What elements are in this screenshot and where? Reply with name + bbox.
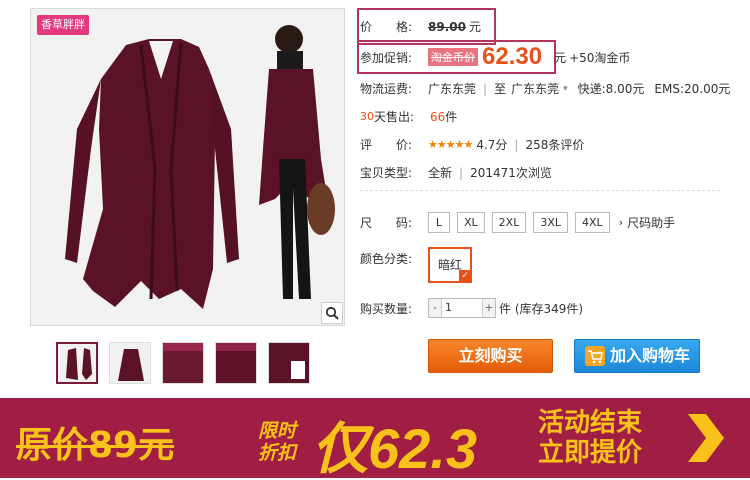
shipping-row: 物流运费: 广东东莞 | 至 广东东莞 ▾ 快递:8.00元 EMS:20.00… <box>360 80 731 97</box>
shipping-label: 物流运费: <box>360 82 413 96</box>
condition: 全新 <box>428 166 453 180</box>
promo-extra: +50淘金币 <box>569 50 631 65</box>
shipping-to-prefix: 至 <box>494 82 507 96</box>
banner-limited-label: 限时 折扣 <box>258 420 296 464</box>
type-row: 宝贝类型: 全新 | 201471次浏览 <box>360 165 552 181</box>
promo-price: 62.30 <box>482 43 543 70</box>
price-label: 价 格: <box>360 20 413 34</box>
thumbnail-strip <box>56 342 310 384</box>
chevron-down-icon[interactable]: ▾ <box>563 84 568 94</box>
chevron-right-icon <box>688 414 724 462</box>
rating-stars: ★★★★★ <box>428 138 473 151</box>
thumbnail-pointer <box>75 342 85 343</box>
section-divider <box>360 190 720 191</box>
thumbnail[interactable] <box>268 342 310 384</box>
brand-tag: 香草胖胖 <box>37 15 89 35</box>
banner-original-price: 原价89元 <box>16 425 175 466</box>
size-option[interactable]: 4XL <box>575 212 610 233</box>
color-option-selected[interactable]: 暗红 ✓ <box>428 247 472 283</box>
size-helper-link[interactable]: 尺码助手 <box>627 214 675 231</box>
sales-count: 66 <box>430 109 446 124</box>
quantity-label: 购买数量: <box>360 301 413 316</box>
price-row: 价 格: 89.00 元 <box>360 18 481 35</box>
color-row: 颜色分类: 暗红 ✓ <box>360 247 472 283</box>
original-price: 89.00 <box>428 19 466 34</box>
banner-sale-price: 仅62.3 <box>312 417 477 480</box>
quantity-decrease-button[interactable]: - <box>429 299 441 317</box>
promo-row: 参加促销: 淘金币价 62.30 元 +50淘金币 <box>360 42 630 72</box>
shipping-to[interactable]: 广东东莞 <box>511 80 559 97</box>
thumbnail[interactable] <box>56 342 98 384</box>
magnifier-icon <box>325 306 339 320</box>
sales-unit: 件 <box>445 110 458 124</box>
banner-limited-line-1: 限时 <box>258 420 297 442</box>
view-count: 201471次浏览 <box>470 166 552 180</box>
product-photo <box>31 9 344 325</box>
size-option[interactable]: L <box>428 212 450 233</box>
add-to-cart-label: 加入购物车 <box>609 346 690 365</box>
quantity-input[interactable]: 1 <box>441 299 483 317</box>
price-unit: 元 <box>468 20 481 34</box>
ems-fee: EMS:20.00元 <box>654 82 731 96</box>
sales-label: 天售出: <box>374 110 415 124</box>
quantity-row: 购买数量: - 1 + 件 (库存349件) <box>360 298 583 318</box>
zoom-button[interactable] <box>321 302 343 324</box>
sales-days: 30 <box>360 110 374 123</box>
rating-score: 4.7分 <box>476 138 508 152</box>
banner-limited-line-2: 折扣 <box>258 442 297 464</box>
promo-tag: 淘金币价 <box>428 48 478 66</box>
quantity-stepper: - 1 + <box>428 298 496 318</box>
size-row: 尺 码: L XL 2XL 3XL 4XL › 尺码助手 <box>360 212 675 233</box>
thumbnail[interactable] <box>162 342 204 384</box>
stock-info: 件 (库存349件) <box>499 301 584 316</box>
rating-row: 评 价: ★★★★★ 4.7分 | 258条评价 <box>360 136 585 153</box>
thumbnail[interactable] <box>215 342 257 384</box>
shipping-from: 广东东莞 <box>428 82 477 96</box>
size-option[interactable]: XL <box>457 212 485 233</box>
color-label: 颜色分类: <box>360 252 413 266</box>
banner-end-notice: 活动结束 立即提价 <box>538 408 642 468</box>
type-label: 宝贝类型: <box>360 166 413 180</box>
buy-now-button[interactable]: 立刻购买 <box>428 339 553 373</box>
thumbnail[interactable] <box>109 342 151 384</box>
size-option[interactable]: 3XL <box>533 212 569 233</box>
check-icon: ✓ <box>459 270 471 282</box>
product-main-image[interactable]: 香草胖胖 <box>30 8 345 326</box>
promo-label: 参加促销: <box>360 50 413 65</box>
review-count-link[interactable]: 258条评价 <box>525 136 584 153</box>
banner-end-line-1: 活动结束 <box>538 408 643 438</box>
add-to-cart-button[interactable]: 加入购物车 <box>574 339 700 373</box>
quantity-increase-button[interactable]: + <box>483 299 495 317</box>
size-option[interactable]: 2XL <box>491 212 527 233</box>
promo-unit: 元 <box>554 50 567 65</box>
rating-label: 评 价: <box>360 138 413 152</box>
express-fee: 快递:8.00元 <box>577 82 645 96</box>
banner-end-line-2: 立即提价 <box>538 438 643 468</box>
chevron-right-icon: › <box>618 216 624 229</box>
promo-banner: 原价89元 限时 折扣 仅62.3 活动结束 立即提价 <box>0 398 750 480</box>
sales-row: 30 天售出: 66 件 <box>360 108 457 125</box>
size-label: 尺 码: <box>360 216 413 230</box>
cart-icon <box>584 346 605 366</box>
